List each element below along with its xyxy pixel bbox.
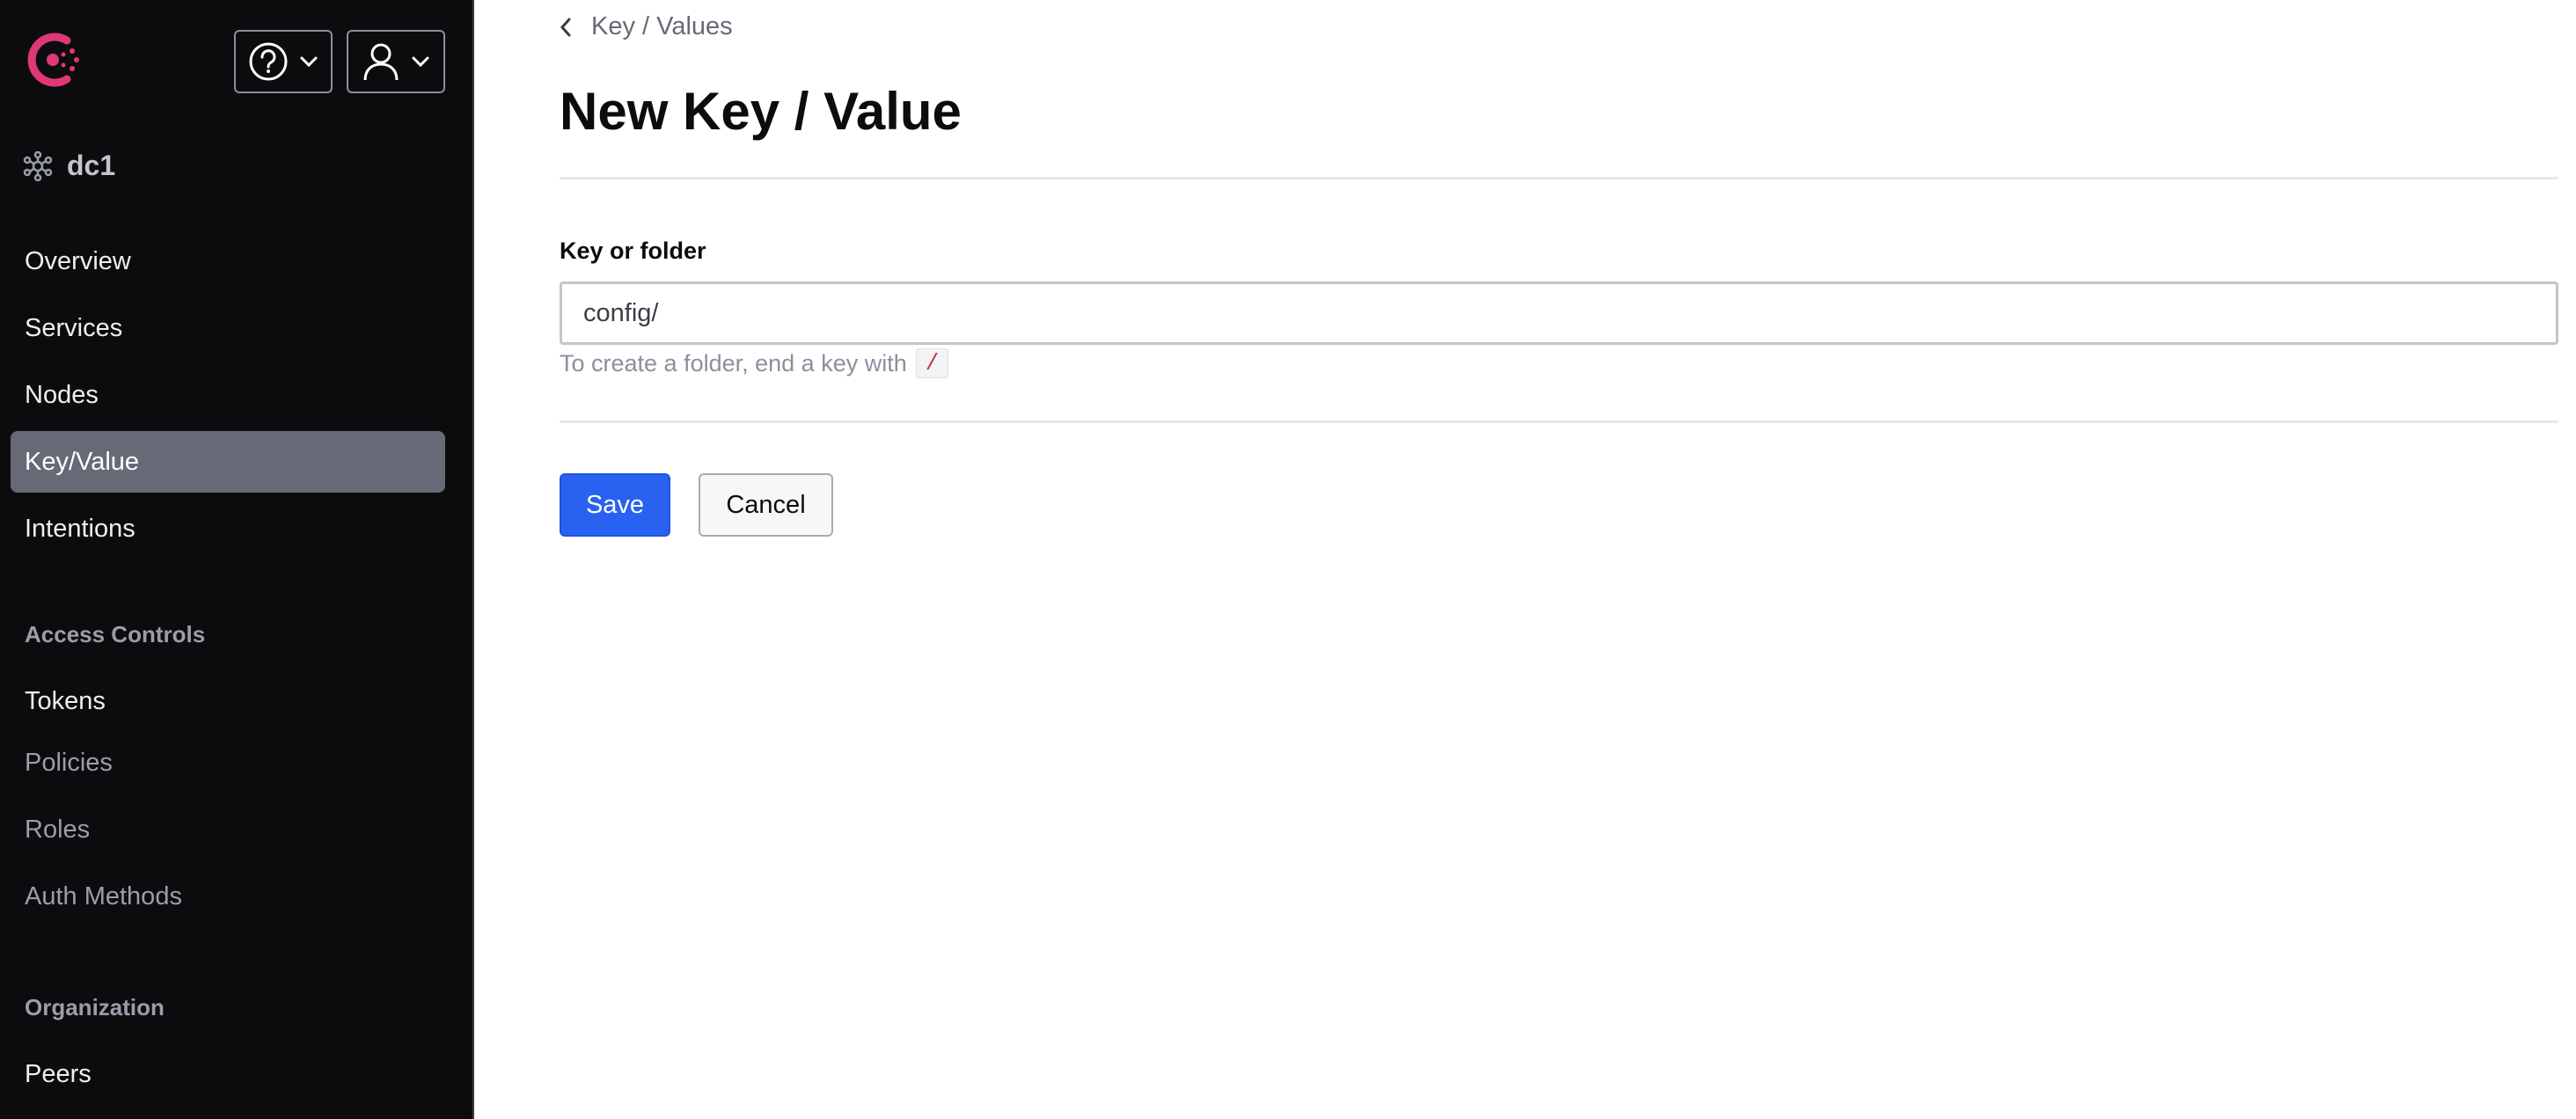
sidebar-item-nodes[interactable]: Nodes <box>11 364 445 426</box>
hint-text: To create a folder, end a key with <box>560 349 907 377</box>
help-circle-icon <box>249 42 288 81</box>
main-content: Key / Values New Key / Value Key or fold… <box>474 0 2576 1119</box>
key-hint: To create a folder, end a key with / <box>560 348 949 378</box>
page-title: New Key / Value <box>560 82 962 141</box>
breadcrumb[interactable]: Key / Values <box>560 12 733 41</box>
datacenter-label: dc1 <box>67 150 116 181</box>
cancel-button[interactable]: Cancel <box>699 473 833 537</box>
chevron-down-icon <box>300 56 318 68</box>
help-menu-button[interactable] <box>234 30 333 93</box>
section-heading-organization: Organization <box>25 994 165 1020</box>
title-divider <box>560 177 2558 179</box>
section-heading-access-controls: Access Controls <box>25 621 206 647</box>
key-field-label: Key or folder <box>560 238 706 264</box>
datacenter-selector[interactable]: dc1 <box>23 150 115 182</box>
sidebar-item-auth-methods[interactable]: Auth Methods <box>11 866 445 927</box>
cluster-icon <box>23 150 53 181</box>
user-menu-button[interactable] <box>347 30 445 93</box>
sidebar-item-peers[interactable]: Peers <box>11 1043 445 1105</box>
form-divider <box>560 421 2558 423</box>
consul-logo-icon[interactable] <box>21 28 84 91</box>
sidebar-item-services[interactable]: Services <box>11 297 445 359</box>
hint-code: / <box>915 348 949 378</box>
key-or-folder-input[interactable] <box>560 282 2558 345</box>
sidebar-item-roles[interactable]: Roles <box>11 799 445 860</box>
sidebar-item-key-value[interactable]: Key/Value <box>11 431 445 493</box>
save-button[interactable]: Save <box>560 473 670 537</box>
sidebar-item-overview[interactable]: Overview <box>11 230 445 292</box>
sidebar-item-intentions[interactable]: Intentions <box>11 498 445 560</box>
breadcrumb-label: Key / Values <box>591 12 733 40</box>
chevron-left-icon <box>560 18 571 36</box>
sidebar-item-tokens[interactable]: Tokens <box>11 670 445 732</box>
sidebar: dc1 Overview Services Nodes Key/Value In… <box>0 0 474 1119</box>
sidebar-item-policies[interactable]: Policies <box>11 732 445 794</box>
user-icon <box>363 43 399 81</box>
chevron-down-icon <box>412 56 429 68</box>
